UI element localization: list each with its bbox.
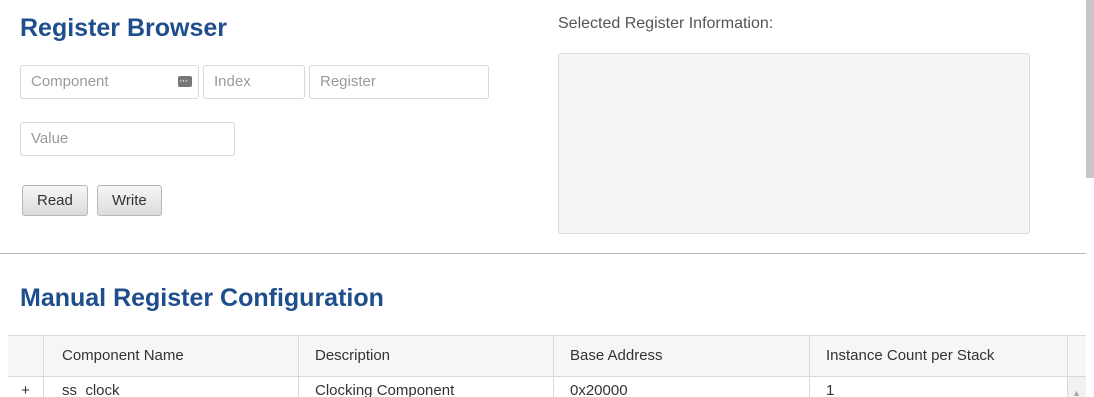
value-field[interactable] xyxy=(20,122,235,156)
selected-register-info-box xyxy=(558,53,1030,234)
component-input[interactable] xyxy=(31,66,172,97)
cell-base-address: 0x20000 xyxy=(554,377,810,397)
triangle-up-icon[interactable]: ▲ xyxy=(1072,379,1081,397)
component-field[interactable] xyxy=(20,65,199,99)
grid-header-row: Component Name Description Base Address … xyxy=(8,336,1086,377)
page-scrollbar[interactable] xyxy=(1086,0,1094,396)
manual-register-configuration-title: Manual Register Configuration xyxy=(20,284,384,312)
page-scrollbar-thumb[interactable] xyxy=(1086,0,1094,178)
grid-header-scroll-spacer xyxy=(1068,336,1086,376)
read-button[interactable]: Read xyxy=(22,185,88,216)
grid-scrollbar[interactable]: ▲ xyxy=(1068,377,1086,397)
cell-instance-count: 1 xyxy=(810,377,1068,397)
write-button[interactable]: Write xyxy=(97,185,162,216)
cell-description: Clocking Component xyxy=(299,377,554,397)
register-field[interactable] xyxy=(309,65,489,99)
register-browser-title: Register Browser xyxy=(20,14,228,42)
column-header-description[interactable]: Description xyxy=(299,336,554,376)
selected-register-label: Selected Register Information: xyxy=(558,15,774,32)
index-input[interactable] xyxy=(214,66,294,97)
cell-component-name: ss_clock xyxy=(44,377,299,397)
menu-dots-icon[interactable] xyxy=(178,65,192,97)
grid-header-expand xyxy=(8,336,44,376)
register-config-grid: Component Name Description Base Address … xyxy=(8,335,1086,397)
column-header-base-address[interactable]: Base Address xyxy=(554,336,810,376)
section-divider xyxy=(0,253,1086,254)
plus-icon[interactable]: + xyxy=(8,377,44,397)
column-header-instance-count[interactable]: Instance Count per Stack xyxy=(810,336,1068,376)
register-input[interactable] xyxy=(320,66,478,97)
index-field[interactable] xyxy=(203,65,305,99)
table-row[interactable]: + ss_clock Clocking Component 0x20000 1 … xyxy=(8,377,1086,397)
column-header-component-name[interactable]: Component Name xyxy=(44,336,299,376)
value-input[interactable] xyxy=(31,123,224,154)
